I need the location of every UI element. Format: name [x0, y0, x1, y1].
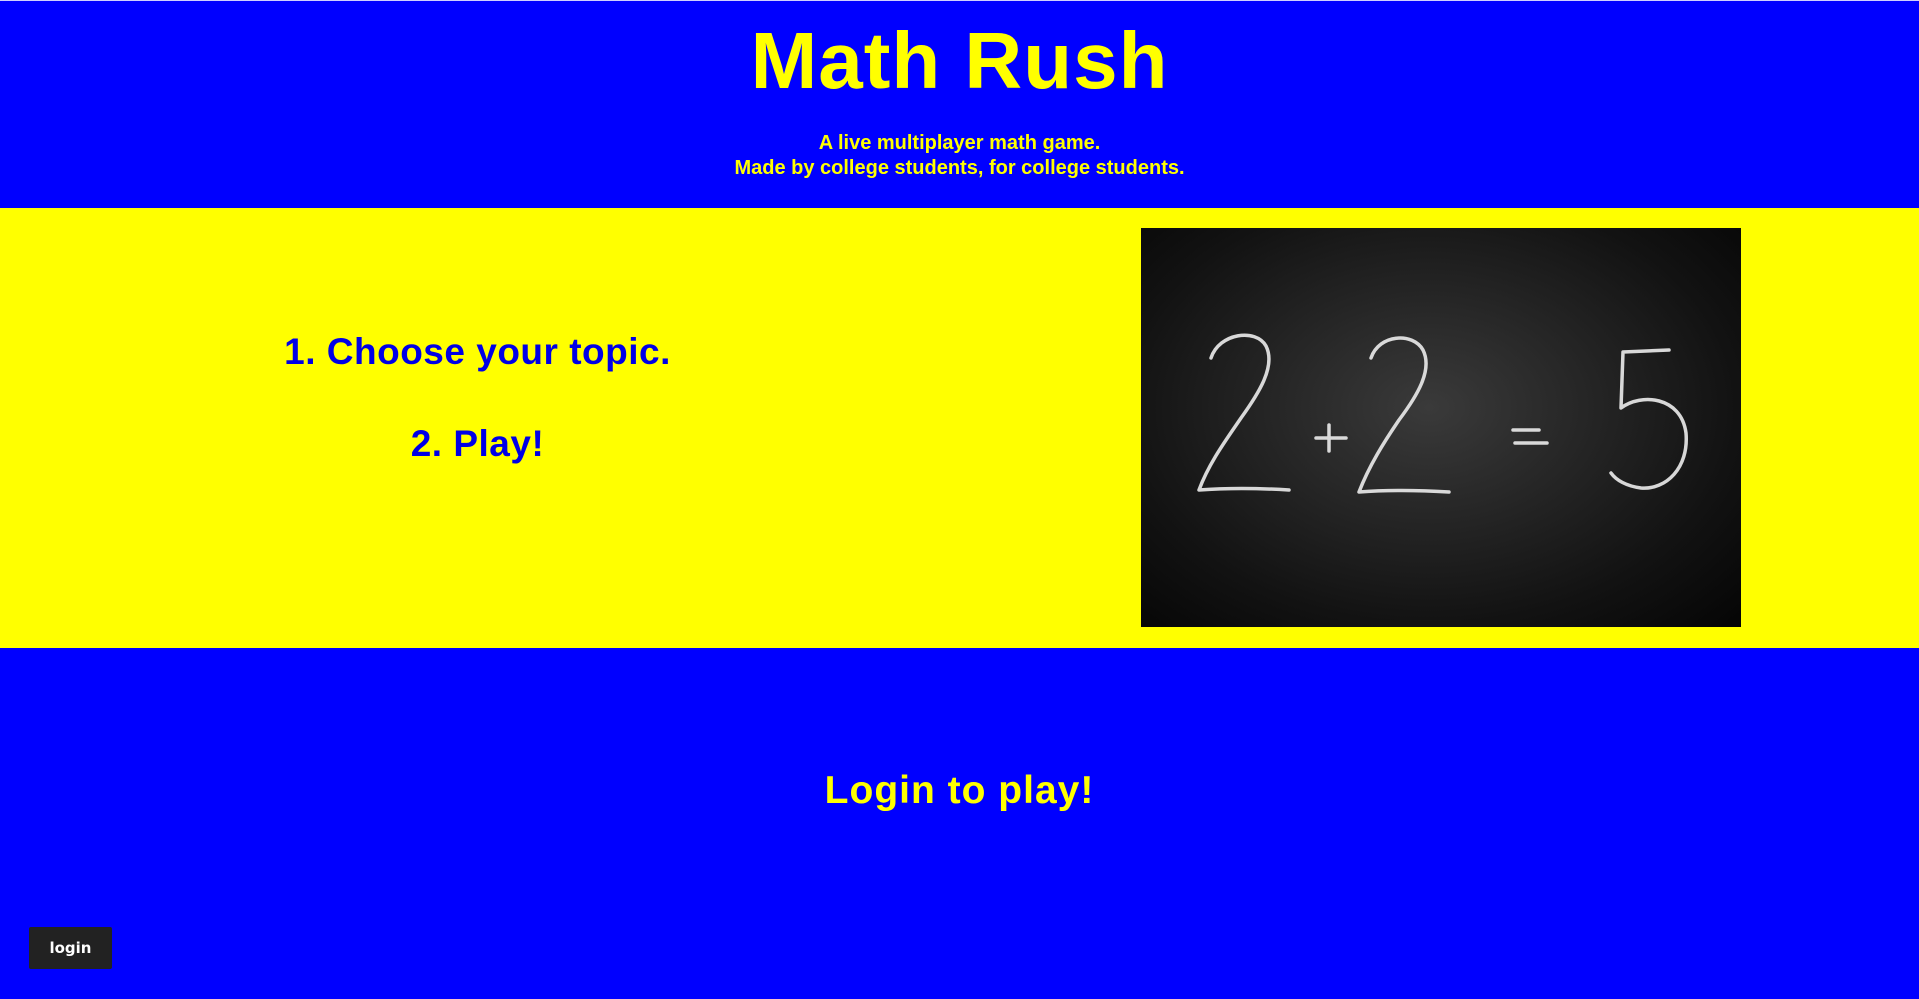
login-prompt-text: Login to play! [824, 769, 1095, 812]
login-call-to-action: Login to play! [0, 648, 1919, 999]
how-to-play-section: 1. Choose your topic. 2. Play! [0, 208, 1919, 648]
page-title: Math Rush [750, 16, 1169, 105]
tagline-line-1: A live multiplayer math game. [818, 132, 1101, 154]
steps-list: 1. Choose your topic. 2. Play! [0, 208, 955, 648]
login-button[interactable]: login [29, 927, 112, 969]
step-choose-topic: 1. Choose your topic. [284, 331, 671, 372]
chalkboard-image [1141, 228, 1741, 627]
tagline-line-2: Made by college students, for college st… [734, 157, 1185, 179]
tagline: A live multiplayer math game. Made by co… [0, 131, 1919, 181]
step-play: 2. Play! [410, 423, 545, 464]
site-header: Math Rush A live multiplayer math game. … [0, 1, 1919, 208]
chalk-equation-drawing [1197, 333, 1688, 494]
